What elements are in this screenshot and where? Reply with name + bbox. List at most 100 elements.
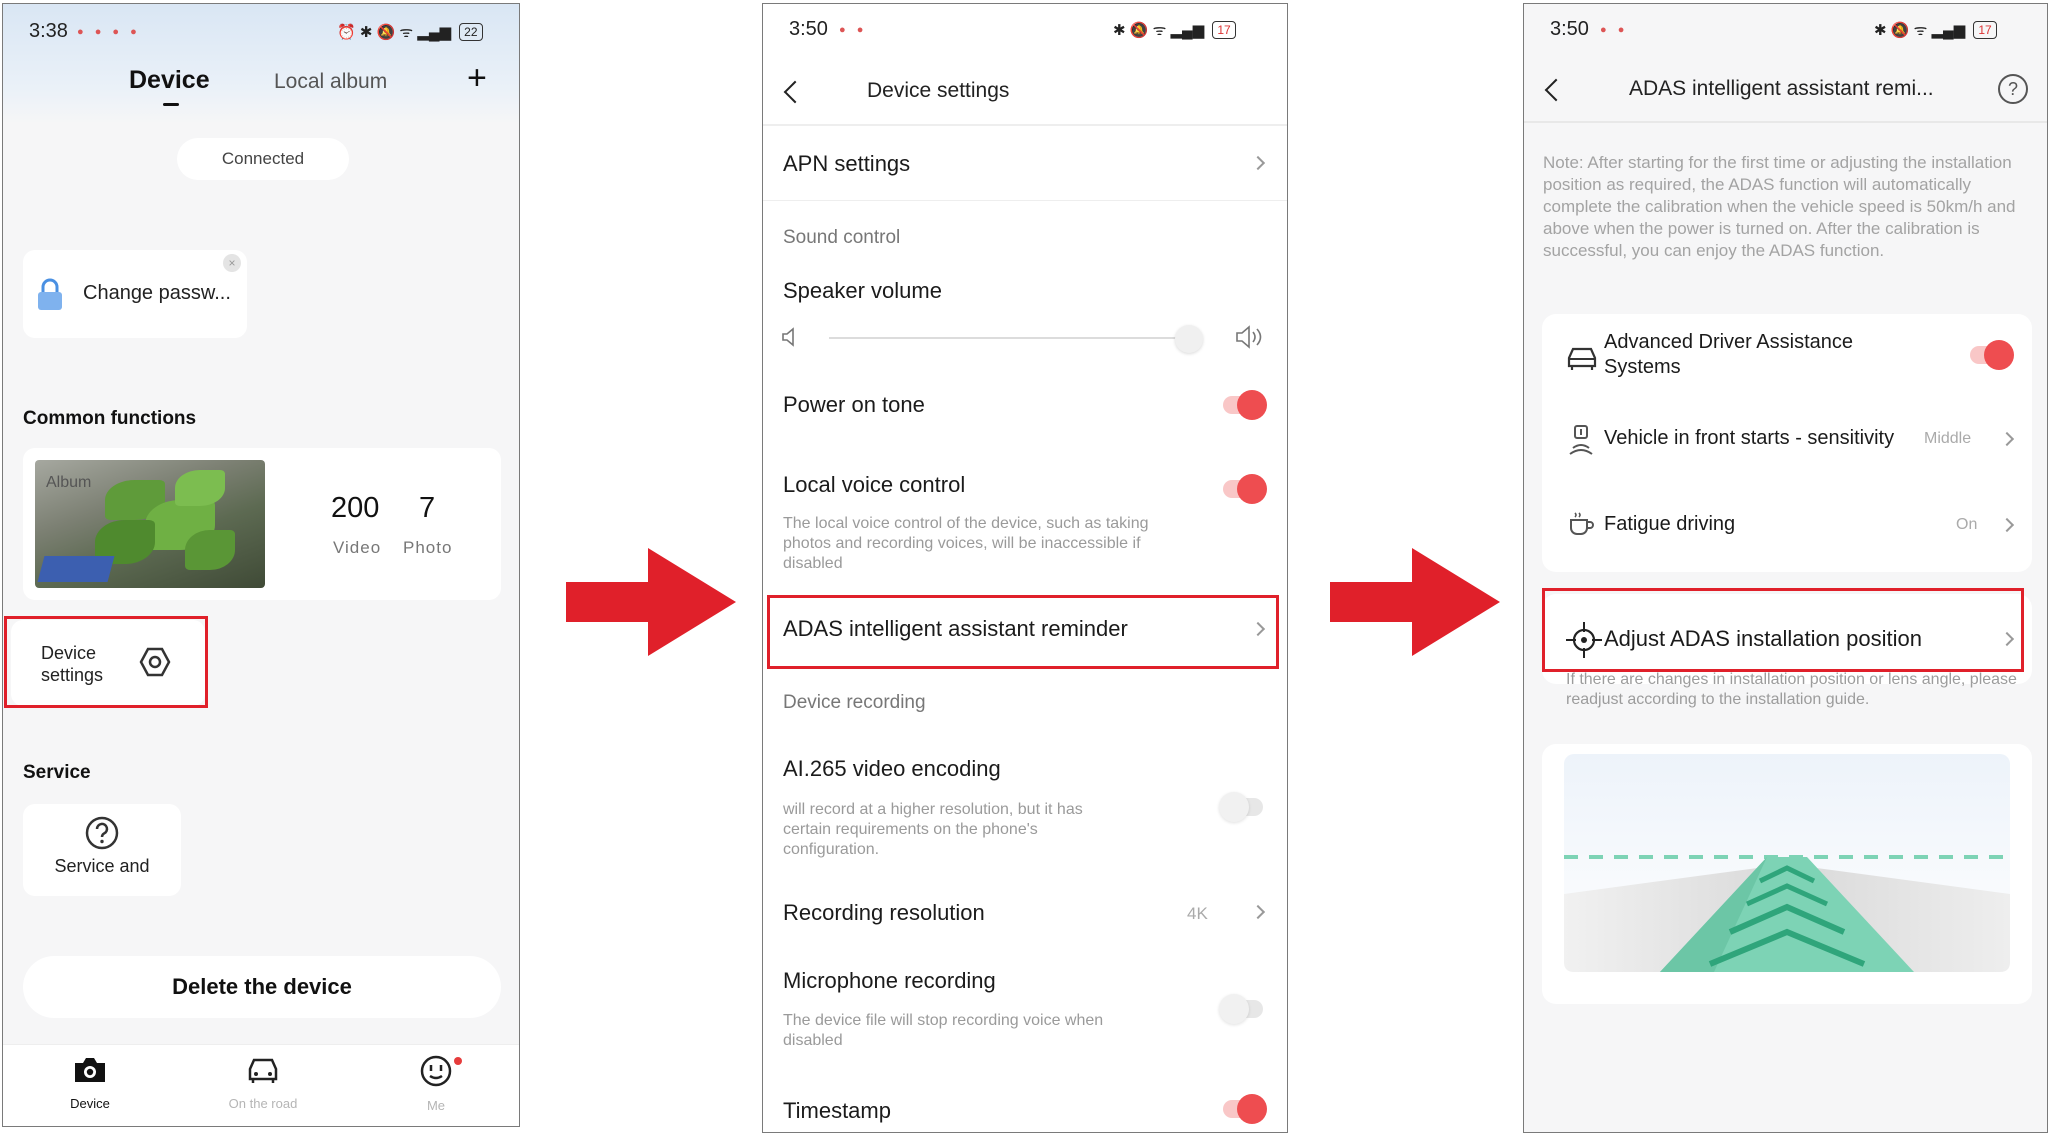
change-password-label: Change passw... (83, 282, 231, 304)
speaker-volume-label: Speaker volume (783, 278, 942, 303)
lock-icon (38, 278, 62, 310)
device-recording-group: Device recording (783, 692, 926, 713)
power-on-tone-toggle[interactable] (1223, 390, 1267, 420)
vehicle-front-starts-row[interactable]: Vehicle in front starts - sensitivity (1604, 426, 1894, 451)
status-time: 3:50 (789, 18, 828, 40)
nav-label-me: Me (426, 1098, 446, 1113)
nav-item-device[interactable]: Device (30, 1055, 150, 1111)
adas-label-line1: Advanced Driver Assistance (1604, 331, 1854, 353)
plus-icon[interactable]: + (467, 61, 487, 95)
timestamp-label: Timestamp (783, 1098, 891, 1123)
flow-arrow-1-icon (566, 548, 736, 656)
camera-icon (75, 1058, 105, 1082)
road-lane-illustration (1564, 754, 2010, 972)
microphone-recording-label: Microphone recording (783, 968, 996, 993)
divider (1524, 121, 2047, 123)
highlight-device-settings (4, 616, 208, 708)
sound-control-group: Sound control (783, 227, 901, 248)
coffee-cup-icon (1570, 512, 1594, 535)
ai265-toggle[interactable] (1219, 792, 1263, 822)
local-voice-description: The local voice control of the device, s… (783, 515, 1149, 572)
video-label: Video (333, 538, 382, 557)
fatigue-driving-value: On (1956, 516, 1978, 533)
battery-icon: 17 (1212, 21, 1236, 39)
notification-dot (454, 1057, 462, 1065)
change-password-card[interactable]: Change passw... × (23, 250, 247, 338)
notification-dots: ● ● ● ● (77, 26, 141, 38)
timestamp-toggle[interactable] (1223, 1094, 1267, 1124)
flow-arrow-2-icon (1330, 548, 1500, 656)
nav-label-device: Device (70, 1096, 110, 1111)
speaker-volume-slider[interactable] (829, 337, 1201, 339)
page-title: Device settings (867, 79, 1010, 102)
microphone-recording-toggle[interactable] (1219, 994, 1263, 1024)
phone-screen-device: 3:38 ● ● ● ● ⏰ ✱ 🔕 ᯤ ▂▄▆ 22 Device Local… (2, 3, 520, 1127)
chevron-right-icon (1250, 904, 1266, 920)
help-circle-icon (85, 816, 119, 850)
status-time: 3:38 (29, 20, 68, 42)
adjust-adas-description: If there are changes in installation pos… (1566, 671, 2017, 708)
notification-dots: ● ● (839, 24, 868, 36)
photo-count: 7 (419, 492, 436, 524)
bottom-nav: Device On the road Me (3, 1044, 519, 1126)
tab-device[interactable]: Device (129, 66, 210, 95)
installation-guide-illustration (1542, 744, 2032, 1004)
recording-resolution-value: 4K (1187, 904, 1208, 923)
highlight-adjust-adas (1542, 588, 2024, 672)
service-label: Service and (54, 856, 150, 876)
nav-item-me[interactable]: Me (376, 1055, 496, 1113)
volume-low-icon (782, 327, 794, 347)
calibration-note: Note: After starting for the first time … (1543, 153, 2016, 260)
volume-high-icon (1236, 325, 1262, 349)
photo-label: Photo (403, 538, 453, 557)
chevron-right-icon (1250, 155, 1266, 171)
status-icons: ✱ 🔕 ᯤ ▂▄▆ 17 (1874, 20, 1997, 40)
phone-screen-device-settings: 3:50 ● ● ✱ 🔕 ᯤ ▂▄▆ 17 Device settings AP… (762, 3, 1288, 1133)
album-thumbnail[interactable]: Album (35, 460, 265, 588)
fatigue-driving-row[interactable]: Fatigue driving (1604, 512, 1735, 537)
ai265-label: AI.265 video encoding (783, 756, 1001, 781)
recording-resolution-row[interactable]: Recording resolution (783, 900, 985, 926)
chevron-right-icon (1999, 431, 2015, 447)
adas-label-line2: Systems (1604, 356, 1681, 378)
notification-dots: ● ● (1600, 24, 1629, 36)
status-time: 3:50 (1550, 18, 1589, 40)
connection-status-badge: Connected (177, 138, 349, 180)
nav-item-on-the-road[interactable]: On the road (203, 1055, 323, 1111)
delete-device-button[interactable]: Delete the device (23, 956, 501, 1018)
album-card[interactable]: Album 200 Video 7 Photo (23, 448, 501, 600)
car-front-icon (1567, 347, 1597, 370)
adas-label: Advanced Driver Assistance Systems (1604, 330, 1853, 380)
local-voice-control-toggle[interactable] (1223, 474, 1267, 504)
phone-screen-adas: 3:50 ● ● ✱ 🔕 ᯤ ▂▄▆ 17 ADAS intelligent a… (1523, 3, 2048, 1133)
status-icons: ✱ 🔕 ᯤ ▂▄▆ 17 (1113, 20, 1236, 40)
apn-settings-row[interactable]: APN settings (783, 151, 910, 177)
slider-handle[interactable] (1175, 325, 1203, 353)
tab-local-album[interactable]: Local album (274, 70, 387, 94)
nav-label-on-the-road: On the road (228, 1096, 298, 1111)
service-title: Service (23, 762, 91, 783)
adas-toggle[interactable] (1970, 340, 2014, 370)
back-icon[interactable] (783, 80, 807, 104)
common-functions-title: Common functions (23, 408, 197, 429)
vehicle-sensor-icon (1569, 425, 1593, 455)
microphone-description: The device file will stop recording voic… (783, 1012, 1104, 1049)
battery-icon: 17 (1973, 21, 1997, 39)
ai265-description: will record at a higher resolution, but … (783, 801, 1083, 858)
local-voice-control-label: Local voice control (783, 472, 966, 497)
tab-active-indicator (163, 103, 179, 106)
chevron-right-icon (1999, 517, 2015, 533)
page-title: ADAS intelligent assistant remi... (1629, 77, 1934, 100)
back-icon[interactable] (1544, 78, 1568, 102)
smiley-icon (420, 1055, 452, 1087)
divider (763, 200, 1287, 201)
album-tag: Album (46, 474, 92, 491)
sensitivity-value: Middle (1924, 430, 1972, 447)
service-card[interactable]: Service and (23, 804, 181, 896)
power-on-tone-label: Power on tone (783, 392, 925, 417)
close-icon[interactable]: × (223, 254, 241, 272)
highlight-adas-reminder (767, 595, 1279, 669)
car-icon (248, 1058, 278, 1083)
help-icon[interactable]: ? (1998, 74, 2028, 104)
battery-icon: 22 (459, 23, 483, 41)
